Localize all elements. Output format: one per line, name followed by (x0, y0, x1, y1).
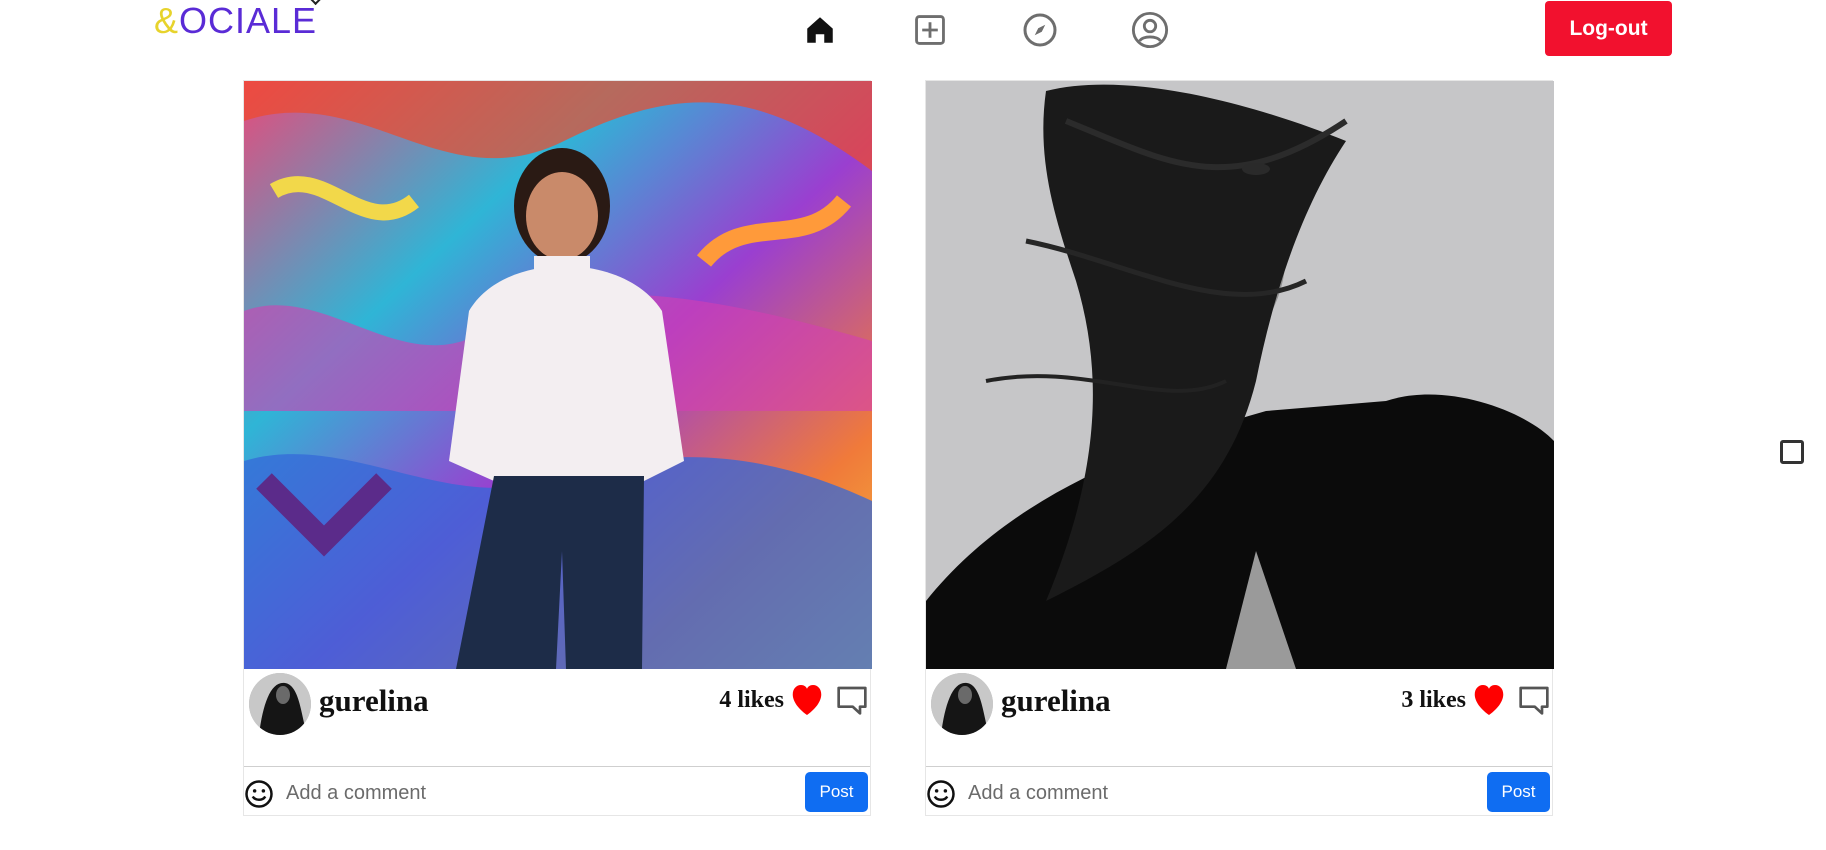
post-comment-button[interactable]: Post (1487, 772, 1550, 812)
avatar-photo (931, 673, 993, 735)
app-logo[interactable]: & OCIALE (154, 0, 325, 42)
main-nav (800, 10, 1240, 50)
home-icon (807, 17, 833, 43)
avatar[interactable] (931, 673, 993, 735)
add-post-icon (915, 15, 945, 45)
compass-icon (1023, 13, 1057, 47)
emoji-icon[interactable] (244, 779, 274, 809)
comment-row: Post (926, 767, 1552, 815)
nav-home[interactable] (800, 10, 840, 50)
nav-profile[interactable] (1130, 10, 1170, 50)
comment-icon[interactable] (1518, 685, 1550, 715)
post-info: gurelina 4 likes (244, 669, 870, 767)
side-checkbox[interactable] (1780, 440, 1804, 464)
post-username[interactable]: gurelina (319, 683, 429, 719)
logo-amp: & (154, 0, 180, 41)
post-comment-button[interactable]: Post (805, 772, 868, 812)
profile-icon (1131, 11, 1169, 49)
post-info: gurelina 3 likes (926, 669, 1552, 767)
emoji-icon[interactable] (926, 779, 956, 809)
post-username[interactable]: gurelina (1001, 683, 1111, 719)
avatar[interactable] (249, 673, 311, 735)
post-image[interactable] (926, 81, 1554, 669)
like-count: 4 likes (719, 687, 784, 713)
post-card: gurelina 3 likes Post (925, 80, 1554, 816)
comment-row: Post (244, 767, 870, 815)
logo-text: OCIALE (179, 0, 318, 41)
comment-icon[interactable] (836, 685, 868, 715)
logout-button[interactable]: Log-out (1545, 1, 1672, 56)
graffiti-photo (244, 81, 872, 669)
heart-icon[interactable] (1471, 683, 1507, 717)
post-image[interactable] (244, 81, 872, 669)
post-card: gurelina 4 likes Post (243, 80, 872, 816)
nav-add-post[interactable] (910, 10, 950, 50)
comment-input[interactable] (966, 773, 1490, 813)
comment-input[interactable] (284, 773, 808, 813)
nav-explore[interactable] (1020, 10, 1060, 50)
heart-icon[interactable] (789, 683, 825, 717)
avatar-photo (249, 673, 311, 735)
like-count: 3 likes (1401, 687, 1466, 713)
bw-portrait-photo (926, 81, 1554, 669)
